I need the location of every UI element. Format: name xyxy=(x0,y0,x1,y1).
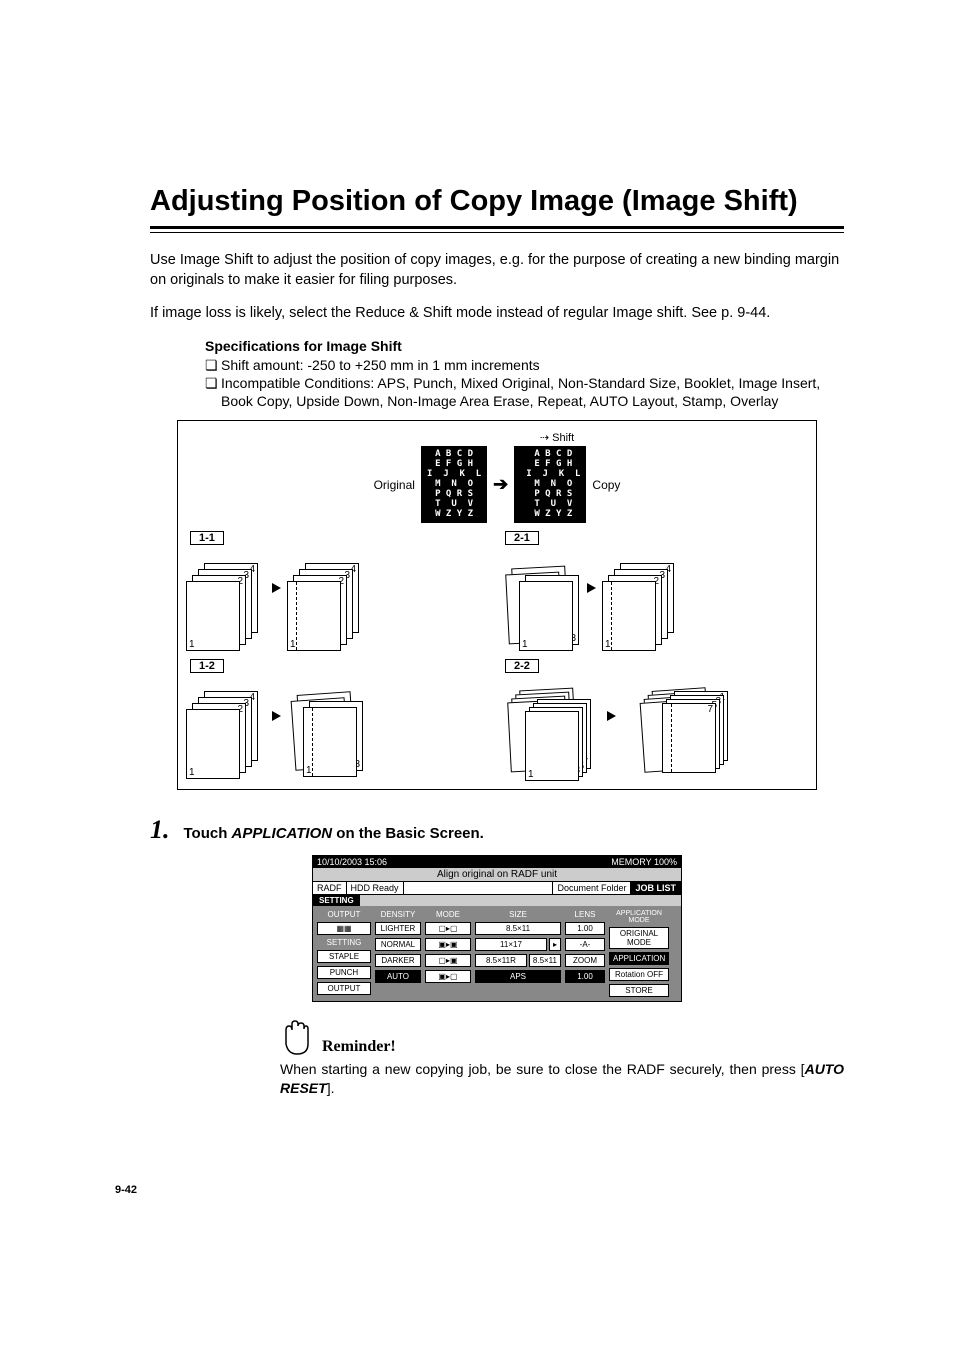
diagram-panel-2-1: 2-1 4 2 3 1 4 3 2 1 xyxy=(501,531,808,651)
app-mode-header: APPLICATION MODE xyxy=(609,910,669,924)
density-header: DENSITY xyxy=(375,910,421,919)
size-header: SIZE xyxy=(475,910,561,919)
size-arrow[interactable]: ▸ xyxy=(549,938,561,951)
staple-button[interactable]: STAPLE xyxy=(317,950,371,963)
image-shift-diagram: ⇢ Shift Original A B C D E F G H I J K L… xyxy=(177,420,817,790)
diagram-panel-1-1: 1-1 4 3 2 1 4 3 2 1 xyxy=(186,531,493,651)
step-number: 1. xyxy=(150,815,170,845)
rotation-off-button[interactable]: Rotation OFF xyxy=(609,968,669,981)
mode-1-2[interactable]: ▢▸▣ xyxy=(425,954,471,967)
step-1: 1. Touch APPLICATION on the Basic Screen… xyxy=(150,815,844,845)
doc-folder-button[interactable]: Document Folder xyxy=(553,882,631,894)
spec-heading: Specifications for Image Shift xyxy=(205,338,844,354)
darker-button[interactable]: DARKER xyxy=(375,954,421,967)
lens-auto-button[interactable]: -A- xyxy=(565,938,605,951)
setting-header: SETTING xyxy=(317,938,371,947)
size-button[interactable]: 11×17 xyxy=(475,938,547,951)
page-title: Adjusting Position of Copy Image (Image … xyxy=(150,185,844,229)
intro-paragraph-2: If image loss is likely, select the Redu… xyxy=(150,304,844,324)
intro-paragraph-1: Use Image Shift to adjust the position o… xyxy=(150,251,844,290)
basic-screen-illustration: 10/10/2003 15:06 MEMORY 100% Align origi… xyxy=(312,855,682,1002)
spec-text: Incompatible Conditions: APS, Punch, Mix… xyxy=(221,375,820,409)
original-label: Original xyxy=(374,478,415,492)
lens-header: LENS xyxy=(565,910,605,919)
spec-item: ❏Incompatible Conditions: APS, Punch, Mi… xyxy=(205,374,844,410)
letter-block-original: A B C D E F G H I J K L M N O P Q R S T … xyxy=(421,446,487,523)
bullet-marker: ❏ xyxy=(205,374,218,392)
bullet-marker: ❏ xyxy=(205,356,218,374)
radf-label: RADF xyxy=(313,882,347,894)
step-instruction: Touch APPLICATION on the Basic Screen. xyxy=(184,825,484,842)
store-button[interactable]: STORE xyxy=(609,984,669,997)
diagram-panel-2-2: 2-2 8 6 4 2 7 5 3 1 8 6 4 2 1 xyxy=(501,659,808,779)
panel-label: 1-2 xyxy=(190,659,224,673)
lens-one-button[interactable]: 1.00 xyxy=(565,970,605,983)
size-button[interactable]: 8.5×11 xyxy=(529,954,561,967)
arrow-icon xyxy=(272,701,281,727)
normal-button[interactable]: NORMAL xyxy=(375,938,421,951)
reminder-text: When starting a new copying job, be sure… xyxy=(280,1060,844,1096)
copy-label: Copy xyxy=(592,478,620,492)
spec-item: ❏Shift amount: -250 to +250 mm in 1 mm i… xyxy=(205,356,844,374)
letter-block-copy: A B C D E F G H I J K L M N O P Q R S T … xyxy=(514,446,586,523)
screen-memory: MEMORY 100% xyxy=(611,857,677,867)
mode-header: MODE xyxy=(425,910,471,919)
original-mode-button[interactable]: ORIGINAL MODE xyxy=(609,927,669,949)
output-button[interactable]: OUTPUT xyxy=(317,982,371,995)
application-button[interactable]: APPLICATION xyxy=(609,952,669,965)
mode-2-1[interactable]: ▣▸▢ xyxy=(425,970,471,983)
output-header: OUTPUT xyxy=(317,910,371,919)
size-button[interactable]: 8.5×11R xyxy=(475,954,527,967)
mode-1-1[interactable]: ▢▸▢ xyxy=(425,922,471,935)
mode-2-2[interactable]: ▣▸▣ xyxy=(425,938,471,951)
arrow-icon xyxy=(607,701,616,727)
job-list-button[interactable]: JOB LIST xyxy=(631,882,681,894)
lighter-button[interactable]: LIGHTER xyxy=(375,922,421,935)
panel-label: 1-1 xyxy=(190,531,224,545)
reminder-hand-icon xyxy=(280,1020,312,1056)
arrow-icon xyxy=(587,573,596,599)
page-number: 9-42 xyxy=(115,1184,137,1196)
arrow-icon xyxy=(272,573,281,599)
panel-label: 2-1 xyxy=(505,531,539,545)
panel-label: 2-2 xyxy=(505,659,539,673)
punch-button[interactable]: PUNCH xyxy=(317,966,371,979)
output-icon-1[interactable]: ▦▦ xyxy=(317,922,371,935)
zoom-button[interactable]: ZOOM xyxy=(565,954,605,967)
lens-value: 1.00 xyxy=(565,922,605,935)
screen-message: Align original on RADF unit xyxy=(313,868,681,882)
size-button[interactable]: 8.5×11 xyxy=(475,922,561,935)
auto-button[interactable]: AUTO xyxy=(375,970,421,983)
spec-block: Specifications for Image Shift ❏Shift am… xyxy=(205,338,844,411)
setting-tab[interactable]: SETTING xyxy=(313,895,360,906)
diagram-panel-1-2: 1-2 4 3 2 1 4 2 3 1 xyxy=(186,659,493,779)
shift-label: Shift xyxy=(552,432,574,444)
aps-button[interactable]: APS xyxy=(475,970,561,983)
hdd-label: HDD Ready xyxy=(347,882,404,894)
arrow-icon: ➔ xyxy=(493,474,508,495)
spec-text: Shift amount: -250 to +250 mm in 1 mm in… xyxy=(221,357,540,373)
reminder-label: Reminder! xyxy=(322,1038,396,1056)
screen-datetime: 10/10/2003 15:06 xyxy=(317,857,387,867)
